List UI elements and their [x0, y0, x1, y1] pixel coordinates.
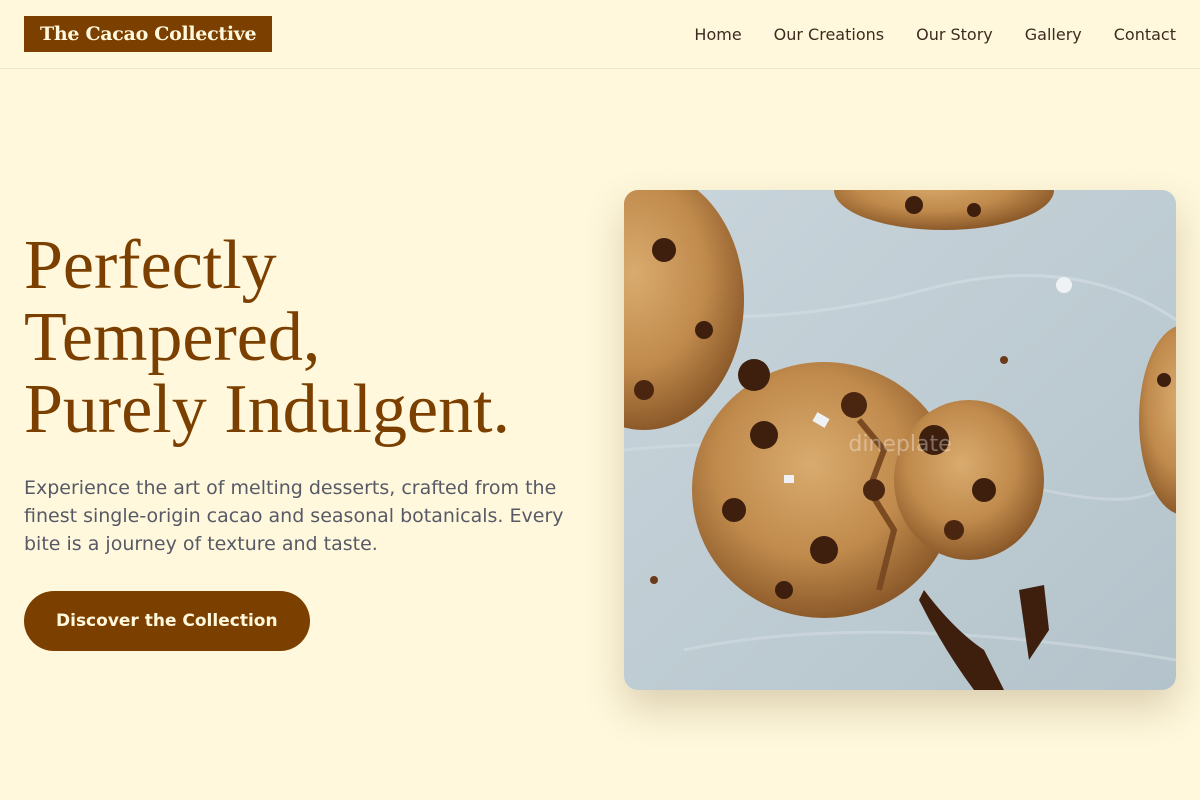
- image-watermark: dineplate: [848, 432, 952, 457]
- main-nav: Home Our Creations Our Story Gallery Con…: [694, 25, 1176, 44]
- discover-collection-button[interactable]: Discover the Collection: [24, 591, 310, 651]
- site-header: The Cacao Collective Home Our Creations …: [0, 0, 1200, 69]
- nav-our-creations[interactable]: Our Creations: [774, 25, 884, 44]
- headline-line-3: Purely Indulgent.: [24, 371, 511, 448]
- hero-subtitle: Experience the art of melting desserts, …: [24, 477, 564, 555]
- nav-gallery[interactable]: Gallery: [1025, 25, 1082, 44]
- hero-text: Perfectly Tempered, Purely Indulgent. Ex…: [24, 230, 584, 651]
- hero-image-cookies: dineplate: [624, 190, 1176, 690]
- nav-home[interactable]: Home: [694, 25, 741, 44]
- brand-logo[interactable]: The Cacao Collective: [24, 16, 273, 52]
- nav-contact[interactable]: Contact: [1114, 25, 1176, 44]
- nav-our-story[interactable]: Our Story: [916, 25, 993, 44]
- headline-line-2: Tempered,: [24, 299, 321, 376]
- hero-headline: Perfectly Tempered, Purely Indulgent.: [24, 230, 584, 446]
- headline-line-1: Perfectly: [24, 227, 277, 304]
